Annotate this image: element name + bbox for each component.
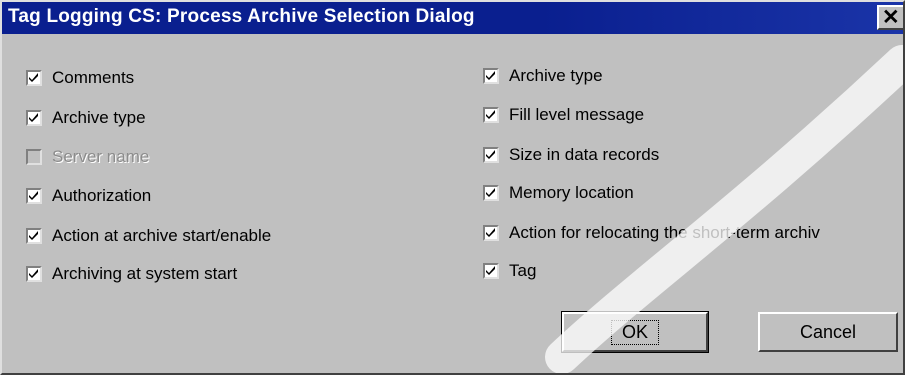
- checkbox-fill-level-message[interactable]: [483, 107, 499, 123]
- checkmark-icon: [486, 110, 495, 119]
- process-archive-selection-dialog: Tag Logging CS: Process Archive Selectio…: [0, 0, 905, 375]
- option-label: Memory location: [509, 183, 634, 202]
- checkmark-icon: [486, 71, 495, 80]
- option-tag[interactable]: Tag: [483, 259, 536, 283]
- option-label: Size in data records: [509, 145, 660, 164]
- checkmark-icon: [486, 188, 495, 197]
- option-label: Archive type: [52, 108, 146, 127]
- option-action-at-archive-start[interactable]: Action at archive start/enable: [26, 224, 271, 248]
- option-archive-type-left[interactable]: Archive type: [26, 106, 146, 130]
- option-action-for-relocating[interactable]: Action for relocating the short-term arc…: [483, 221, 820, 245]
- option-server-name: Server name: [26, 145, 149, 169]
- ok-button-label: OK: [610, 319, 659, 345]
- checkmark-icon: [486, 150, 495, 159]
- close-icon: ✕: [882, 6, 900, 29]
- checkmark-icon: [29, 269, 38, 278]
- option-label: Fill level message: [509, 105, 645, 124]
- checkbox-memory-location[interactable]: [483, 185, 499, 201]
- option-label: Archiving at system start: [52, 264, 238, 283]
- cancel-button[interactable]: Cancel: [758, 312, 898, 352]
- checkbox-action-for-relocating[interactable]: [483, 225, 499, 241]
- close-button[interactable]: ✕: [877, 5, 903, 30]
- checkbox-archive-type-right[interactable]: [483, 68, 499, 84]
- checkmark-icon: [486, 266, 495, 275]
- cancel-button-label: Cancel: [799, 321, 857, 342]
- checkmark-icon: [29, 231, 38, 240]
- option-label: Authorization: [52, 186, 152, 205]
- checkbox-server-name: [26, 149, 42, 165]
- checkbox-authorization[interactable]: [26, 188, 42, 204]
- dialog-title: Tag Logging CS: Process Archive Selectio…: [8, 6, 475, 27]
- checkmark-icon: [486, 228, 495, 237]
- option-archiving-at-system-start[interactable]: Archiving at system start: [26, 262, 237, 286]
- option-authorization[interactable]: Authorization: [26, 184, 151, 208]
- checkbox-archiving-at-system-start[interactable]: [26, 266, 42, 282]
- option-archive-type-right[interactable]: Archive type: [483, 64, 603, 88]
- checkmark-icon: [29, 73, 38, 82]
- checkmark-icon: [29, 191, 38, 200]
- checkbox-size-in-data-records[interactable]: [483, 147, 499, 163]
- checkbox-comments[interactable]: [26, 70, 42, 86]
- option-label: Archive type: [509, 66, 603, 85]
- checkmark-icon: [29, 113, 38, 122]
- option-label: Action at archive start/enable: [52, 226, 272, 245]
- checkbox-action-at-archive-start[interactable]: [26, 228, 42, 244]
- option-memory-location[interactable]: Memory location: [483, 181, 634, 205]
- option-label: Action for relocating the short-term arc…: [509, 223, 820, 242]
- checkbox-archive-type-left[interactable]: [26, 110, 42, 126]
- title-bar[interactable]: Tag Logging CS: Process Archive Selectio…: [2, 2, 903, 34]
- checkbox-tag[interactable]: [483, 263, 499, 279]
- option-fill-level-message[interactable]: Fill level message: [483, 103, 644, 127]
- option-label: Server name: [52, 147, 150, 166]
- option-label: Tag: [509, 261, 537, 280]
- ok-button[interactable]: OK: [561, 311, 709, 353]
- option-label: Comments: [52, 68, 135, 87]
- option-size-in-data-records[interactable]: Size in data records: [483, 143, 659, 167]
- option-comments[interactable]: Comments: [26, 66, 134, 90]
